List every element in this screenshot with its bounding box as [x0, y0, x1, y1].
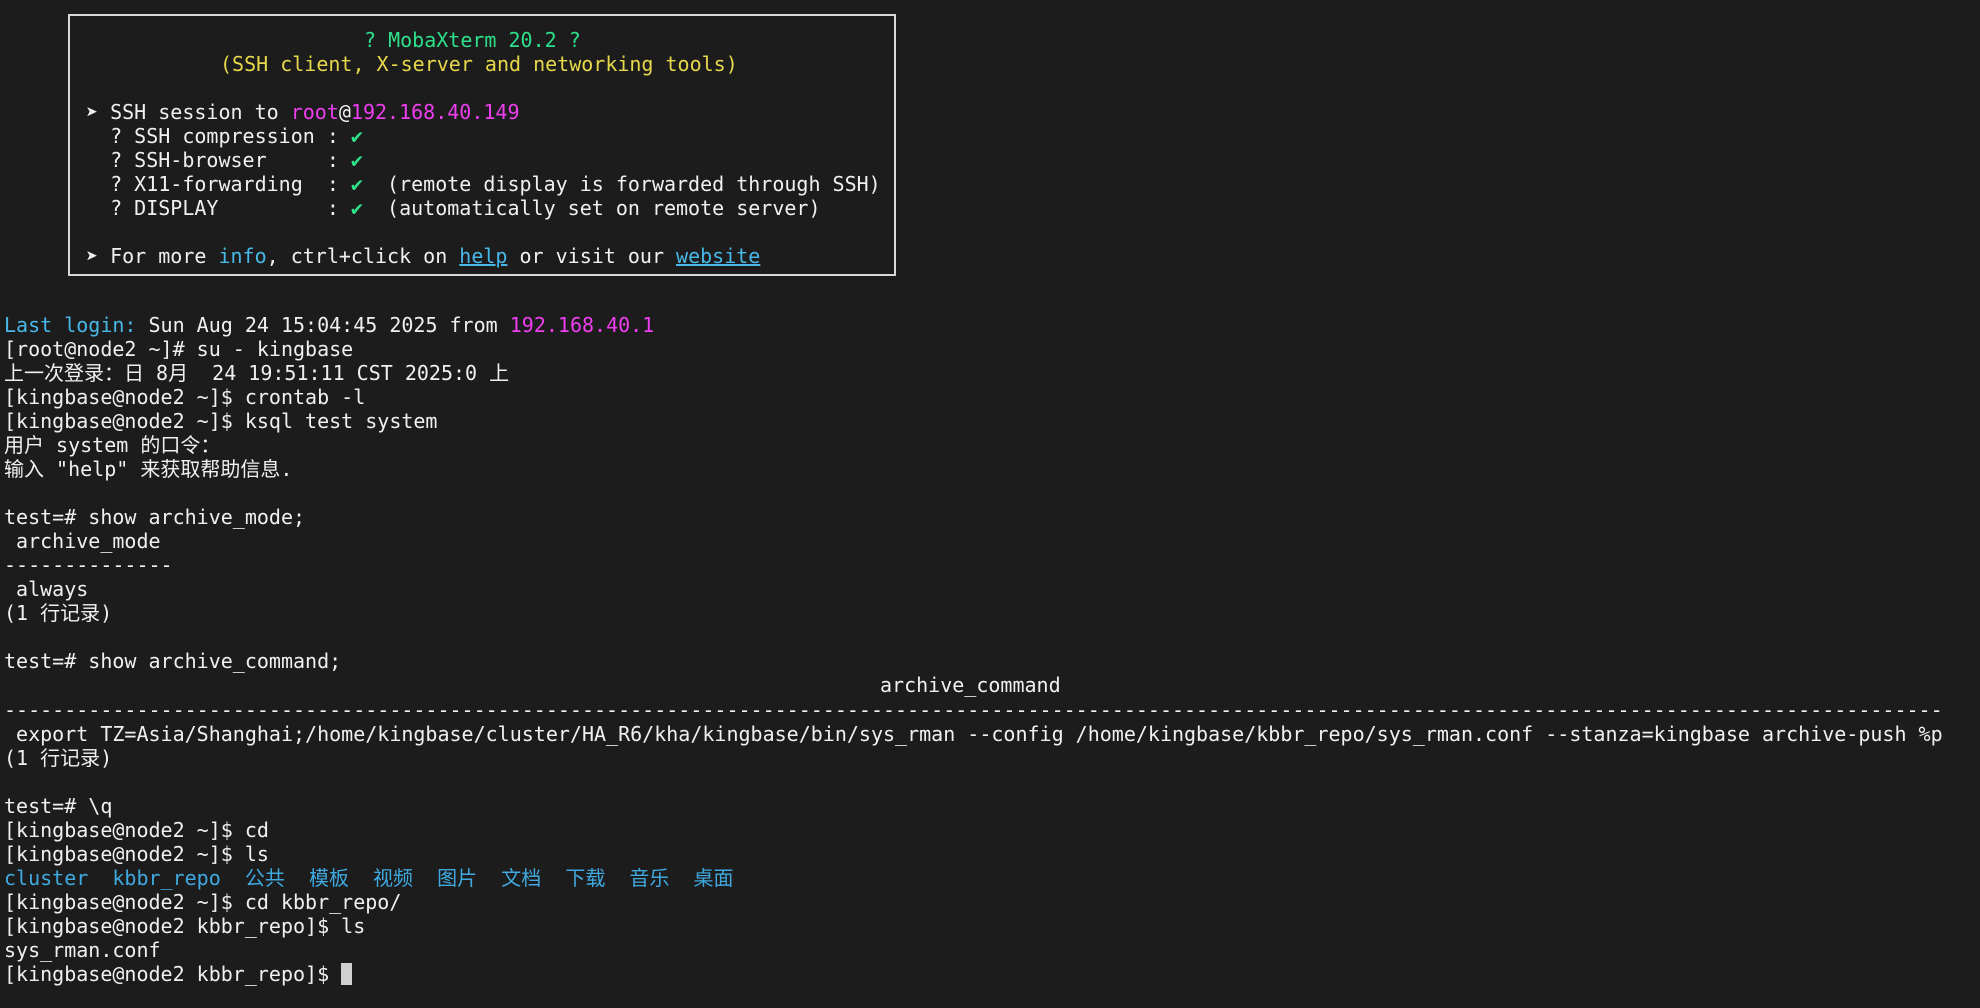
terminal-line: (1 行记录)	[4, 746, 113, 770]
terminal-line: [root@node2 ~]# su - kingbase	[4, 337, 354, 361]
feature-label: ? DISPLAY :	[86, 196, 351, 220]
feature-label: ? X11-forwarding :	[86, 172, 351, 196]
ls-output: cluster kbbr_repo 公共 模板 视频 图片 文档 下载 音乐 桌…	[4, 866, 734, 890]
website-link[interactable]: website	[676, 244, 760, 268]
mobaxterm-banner: ? MobaXterm 20.2 ? (SSH client, X-server…	[68, 14, 896, 276]
info-link[interactable]: info	[218, 244, 266, 268]
ls-item-dir: 音乐	[629, 866, 670, 890]
last-login-text: Sun Aug 24 15:04:45 2025 from	[136, 313, 510, 337]
feature-note: (automatically set on remote server)	[362, 196, 821, 220]
ls-item-dir: 公共	[244, 866, 285, 890]
text-cursor[interactable]	[341, 963, 353, 985]
terminal-line: test=# \q	[4, 794, 113, 818]
terminal-line: test=# show archive_command;	[4, 649, 342, 673]
ls-item-dir: 桌面	[693, 866, 734, 890]
shell-prompt: [kingbase@node2 kbbr_repo]$	[4, 962, 342, 986]
terminal-line: 上一次登录：日 8月 24 19:51:11 CST 2025:0 上	[4, 361, 510, 385]
command-prompt-line[interactable]: [kingbase@node2 kbbr_repo]$	[4, 962, 353, 986]
more-mid: , ctrl+click on	[266, 244, 460, 268]
check-icon: ✔	[350, 196, 363, 220]
terminal-line: test=# show archive_mode;	[4, 505, 306, 529]
check-icon: ✔	[350, 172, 363, 196]
terminal-line: [kingbase@node2 kbbr_repo]$ ls	[4, 914, 366, 938]
terminal-line: 输入 "help" 来获取帮助信息.	[4, 457, 293, 481]
more-or: or visit our	[507, 244, 677, 268]
terminal-line: [kingbase@node2 ~]$ ls	[4, 842, 269, 866]
terminal-line: sys_rman.conf	[4, 938, 161, 962]
terminal-line: --------------	[4, 553, 173, 577]
ls-item-dir: 下载	[565, 866, 606, 890]
separator-dashes: ----------------------------------------…	[4, 698, 1944, 722]
ls-item-dir: 文档	[501, 866, 542, 890]
feature-line-compression: ? SSH compression : ✔	[86, 124, 363, 148]
ssh-host: 192.168.40.149	[350, 100, 520, 124]
ls-item-dir: 图片	[437, 866, 478, 890]
terminal-line: [kingbase@node2 ~]$ ksql test system	[4, 409, 438, 433]
terminal-window[interactable]: ? MobaXterm 20.2 ? (SSH client, X-server…	[0, 0, 1980, 1008]
ls-item-dir: cluster	[4, 866, 89, 890]
help-link[interactable]: help	[459, 244, 507, 268]
feature-line-browser: ? SSH-browser : ✔	[86, 148, 363, 172]
feature-line-x11: ? X11-forwarding : ✔ (remote display is …	[86, 172, 881, 196]
feature-label: ? SSH-browser :	[86, 148, 351, 172]
check-icon: ✔	[350, 124, 363, 148]
ssh-at: @	[338, 100, 351, 124]
feature-label: ? SSH compression :	[86, 124, 351, 148]
ssh-session-prefix: ➤ SSH session to	[86, 100, 291, 124]
terminal-line: [kingbase@node2 ~]$ crontab -l	[4, 385, 366, 409]
terminal-line: 用户 system 的口令：	[4, 433, 221, 457]
ls-item-dir: 模板	[308, 866, 349, 890]
last-login-ip: 192.168.40.1	[509, 313, 655, 337]
archive-command-value: export TZ=Asia/Shanghai;/home/kingbase/c…	[4, 722, 1943, 746]
banner-title: ? MobaXterm 20.2 ?	[364, 28, 581, 52]
feature-line-display: ? DISPLAY : ✔ (automatically set on remo…	[86, 196, 821, 220]
terminal-line: (1 行记录)	[4, 601, 113, 625]
more-prefix: ➤ For more	[86, 244, 219, 268]
last-login-label: Last login:	[4, 313, 137, 337]
terminal-line: [kingbase@node2 ~]$ cd	[4, 818, 269, 842]
terminal-line: [kingbase@node2 ~]$ cd kbbr_repo/	[4, 890, 402, 914]
ssh-session-line: ➤ SSH session to root@192.168.40.149	[86, 100, 520, 124]
ssh-user: root	[290, 100, 339, 124]
ls-item-dir: kbbr_repo	[112, 866, 221, 890]
archive-command-header: archive_command	[880, 673, 1061, 697]
ls-item-dir: 视频	[373, 866, 414, 890]
more-info-line: ➤ For more info, ctrl+click on help or v…	[86, 244, 760, 268]
feature-note: (remote display is forwarded through SSH…	[362, 172, 881, 196]
terminal-line: archive_mode	[4, 529, 161, 553]
last-login-line: Last login: Sun Aug 24 15:04:45 2025 fro…	[4, 313, 654, 337]
check-icon: ✔	[350, 148, 363, 172]
banner-subtitle: (SSH client, X-server and networking too…	[220, 52, 738, 76]
terminal-line: always	[4, 577, 89, 601]
